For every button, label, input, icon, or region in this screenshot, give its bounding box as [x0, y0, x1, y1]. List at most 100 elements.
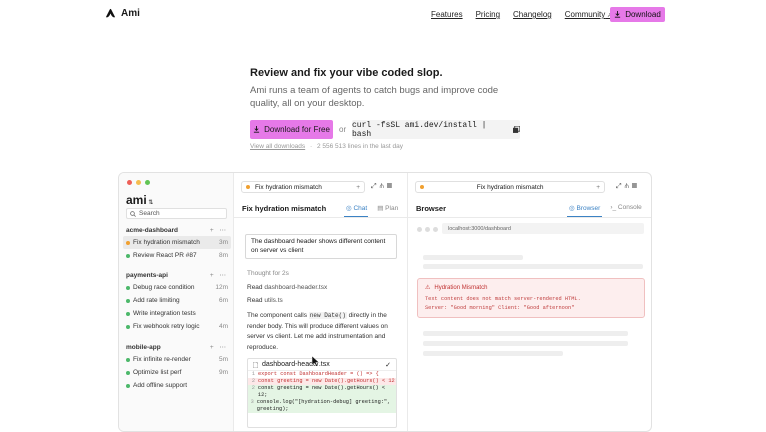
tab-console-label: Console — [617, 204, 642, 211]
project-name: acme-dashboard — [126, 226, 179, 234]
search-placeholder: Search — [139, 210, 160, 217]
split-icon[interactable]: ⋔ — [380, 183, 387, 190]
chat-panel: Fix hydration mismatch + ⤢⋔▦ Fix hydrati… — [234, 173, 408, 431]
project-header[interactable]: mobile-app + ⋯ — [123, 341, 231, 353]
new-tab-plus-icon[interactable]: + — [596, 184, 600, 191]
nav-link-features[interactable]: Features — [431, 10, 463, 19]
tab-console[interactable]: ›_ Console — [610, 204, 641, 212]
address-bar[interactable]: localhost:3000/dashboard — [442, 223, 644, 234]
project-actions[interactable]: + ⋯ — [210, 271, 228, 279]
sidebar: ami Search acme-dashboard + ⋯ Fix hydratio… — [119, 173, 234, 431]
project-actions[interactable]: + ⋯ — [210, 343, 228, 351]
task-item[interactable]: Debug race condition 12m — [123, 281, 231, 294]
diff-line-code: const greeting = new Date().getHours() <… — [258, 378, 395, 384]
task-label: Fix infinite re-render — [133, 356, 191, 363]
expand-icon[interactable]: ⤢ — [371, 183, 380, 190]
accept-check-icon[interactable]: ✓ — [385, 361, 391, 369]
project-header[interactable]: payments-api + ⋯ — [123, 269, 231, 281]
grid-icon[interactable]: ▦ — [387, 183, 395, 190]
view-all-downloads-link[interactable]: View all downloads — [250, 143, 305, 150]
browser-panel-title: Browser — [416, 204, 447, 213]
cta-label: Download for Free — [264, 125, 330, 134]
task-time: 4m — [218, 323, 228, 330]
mouse-cursor-icon — [312, 356, 320, 367]
tab-browser[interactable]: ◎ Browser — [569, 204, 600, 212]
project-actions[interactable]: + ⋯ — [210, 226, 228, 234]
nav-download-button[interactable]: Download — [610, 7, 665, 22]
forward-dot[interactable] — [425, 227, 430, 232]
warning-icon: ⚠ — [425, 285, 431, 291]
window-controls — [127, 180, 150, 185]
hero-subtitle: Ami runs a team of agents to catch bugs … — [250, 85, 499, 109]
user-message: The dashboard header shows different con… — [245, 234, 397, 259]
tab-plan[interactable]: ▤ Plan — [377, 204, 398, 212]
new-tab-plus-icon[interactable]: + — [356, 184, 360, 191]
diff-line-number: 1 — [251, 371, 255, 377]
grid-icon[interactable]: ▦ — [632, 183, 640, 190]
placeholder-bar — [423, 331, 628, 336]
task-item[interactable]: Fix hydration mismatch 3m — [123, 236, 231, 249]
task-status-dot — [126, 298, 130, 303]
copy-icon[interactable] — [513, 126, 520, 133]
diff-line-code: const greeting = new Date().getHours() <… — [257, 385, 386, 398]
task-time: 3m — [218, 239, 228, 246]
task-label: Add offline support — [133, 382, 188, 389]
browser-tab[interactable]: Fix hydration mismatch + — [415, 181, 605, 193]
project-group: payments-api + ⋯ Debug race condition 12m Ad… — [123, 269, 231, 333]
chat-tab[interactable]: Fix hydration mismatch + — [241, 181, 365, 193]
download-for-free-button[interactable]: Download for Free — [250, 120, 333, 139]
task-item[interactable]: Add offline support — [123, 379, 231, 392]
thought-duration: Thought for 2s — [247, 270, 289, 277]
task-status-dot — [126, 285, 130, 290]
minimize-dot[interactable] — [136, 180, 141, 185]
nav-link-pricing[interactable]: Pricing — [476, 10, 500, 19]
task-label: Fix hydration mismatch — [133, 239, 200, 246]
install-command-text: curl -fsSL ami.dev/install | bash — [352, 120, 487, 139]
agent-message-part: The component calls — [247, 312, 309, 319]
expand-icon[interactable]: ⤢ — [616, 183, 625, 190]
nav-link-community[interactable]: Community — [565, 10, 612, 19]
placeholder-bar — [423, 255, 523, 260]
task-label: Write integration tests — [133, 310, 196, 317]
project-name: payments-api — [126, 271, 168, 279]
divider — [234, 217, 408, 218]
sidebar-search[interactable]: Search — [126, 208, 227, 219]
placeholder-bar — [423, 351, 563, 356]
chat-tools: ⤢⋔▦ — [371, 183, 395, 191]
back-dot[interactable] — [417, 227, 422, 232]
task-status-dot — [126, 240, 130, 245]
task-label: Optimize list perf — [133, 369, 182, 376]
close-dot[interactable] — [127, 180, 132, 185]
download-icon — [253, 126, 260, 133]
brand-logo[interactable]: Ami — [105, 8, 140, 19]
project-group: acme-dashboard + ⋯ Fix hydration mismatch 3… — [123, 224, 231, 262]
task-item[interactable]: Add rate limiting 6m — [123, 294, 231, 307]
tab-chat[interactable]: ◎ Chat — [346, 204, 367, 212]
read-filename: dashboard-header.tsx — [264, 284, 328, 291]
chat-view-tabs: ◎ Chat ▤ Plan — [346, 204, 398, 212]
search-icon — [130, 210, 136, 217]
task-item[interactable]: Review React PR #87 8m — [123, 249, 231, 262]
project-header[interactable]: acme-dashboard + ⋯ — [123, 224, 231, 236]
install-command[interactable]: curl -fsSL ami.dev/install | bash — [352, 120, 520, 139]
task-label: Add rate limiting — [133, 297, 180, 304]
workspace-switcher[interactable]: ami — [126, 193, 153, 207]
diff-line-code: export const DashboardHeader = () => { — [258, 371, 379, 377]
task-status-dot — [126, 370, 130, 375]
task-item[interactable]: Fix webhook retry logic 4m — [123, 320, 231, 333]
nav-link-changelog[interactable]: Changelog — [513, 10, 552, 19]
diff-line-number: 2 — [251, 378, 255, 384]
task-status-dot — [126, 311, 130, 316]
project-group: mobile-app + ⋯ Fix infinite re-render 5m Opt… — [123, 341, 231, 392]
split-icon[interactable]: ⋔ — [625, 183, 632, 190]
file-icon — [253, 361, 258, 368]
task-item[interactable]: Fix infinite re-render 5m — [123, 353, 231, 366]
task-item[interactable]: Write integration tests — [123, 307, 231, 320]
task-item[interactable]: Optimize list perf 9m — [123, 366, 231, 379]
reload-dot[interactable] — [433, 227, 438, 232]
maximize-dot[interactable] — [145, 180, 150, 185]
read-file-1: Read dashboard-header.tsx — [247, 284, 327, 291]
task-time: 6m — [218, 297, 228, 304]
download-meta: View all downloads · 2 556 513 lines in … — [250, 143, 403, 150]
nav-download-label: Download — [625, 10, 661, 19]
